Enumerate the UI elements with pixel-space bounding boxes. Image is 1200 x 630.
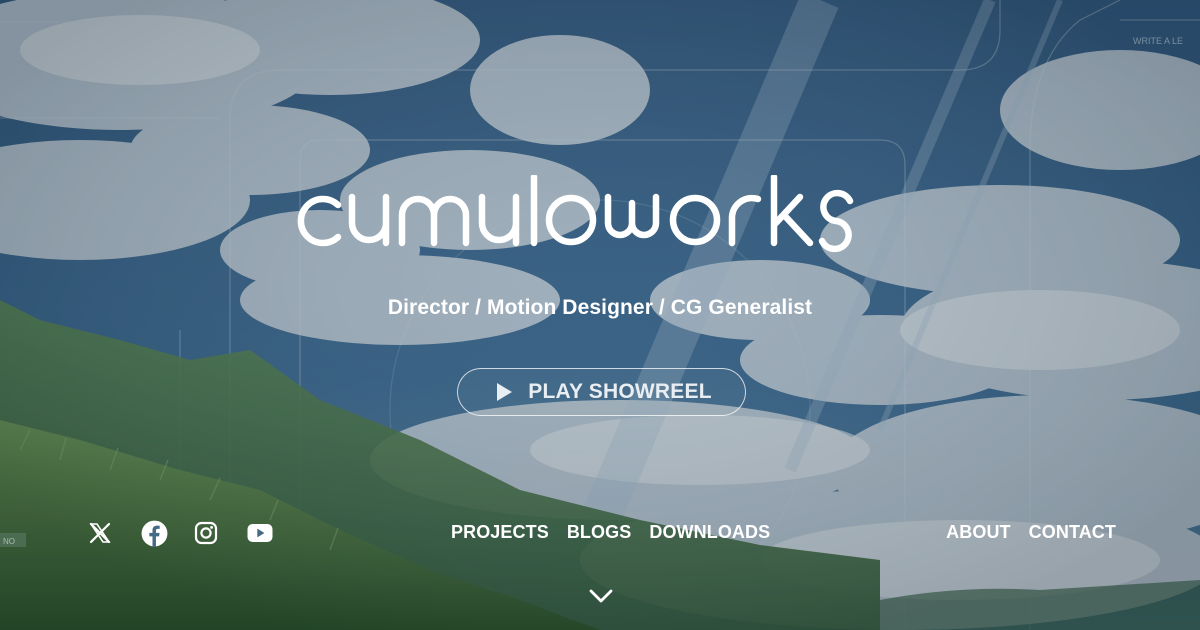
instagram-icon (194, 521, 218, 545)
social-links (88, 518, 300, 548)
youtube-link[interactable] (247, 518, 300, 548)
nav-contact[interactable]: CONTACT (1029, 522, 1116, 543)
primary-nav: PROJECTS BLOGS DOWNLOADS (451, 522, 770, 543)
nav-downloads[interactable]: DOWNLOADS (649, 522, 770, 543)
chevron-down-icon (589, 589, 613, 603)
x-link[interactable] (88, 518, 141, 548)
facebook-icon (141, 520, 168, 547)
nav-blogs[interactable]: BLOGS (567, 522, 632, 543)
hero-tagline: Director / Motion Designer / CG Generali… (387, 296, 813, 319)
play-showreel-button[interactable]: PLAY SHOWREEL (457, 368, 746, 416)
scroll-down-button[interactable] (588, 586, 614, 606)
nav-about[interactable]: ABOUT (946, 522, 1011, 543)
instagram-link[interactable] (194, 518, 247, 548)
secondary-nav: ABOUT CONTACT (946, 522, 1116, 543)
nav-projects[interactable]: PROJECTS (451, 522, 549, 543)
play-icon (497, 383, 513, 401)
youtube-icon (247, 524, 273, 542)
facebook-link[interactable] (141, 518, 194, 548)
play-showreel-label: PLAY SHOWREEL (528, 380, 712, 403)
logo-wordmark: cumuloworks (297, 175, 854, 253)
brand-logo[interactable]: cumuloworks (0, 175, 1200, 260)
x-icon (89, 522, 111, 544)
